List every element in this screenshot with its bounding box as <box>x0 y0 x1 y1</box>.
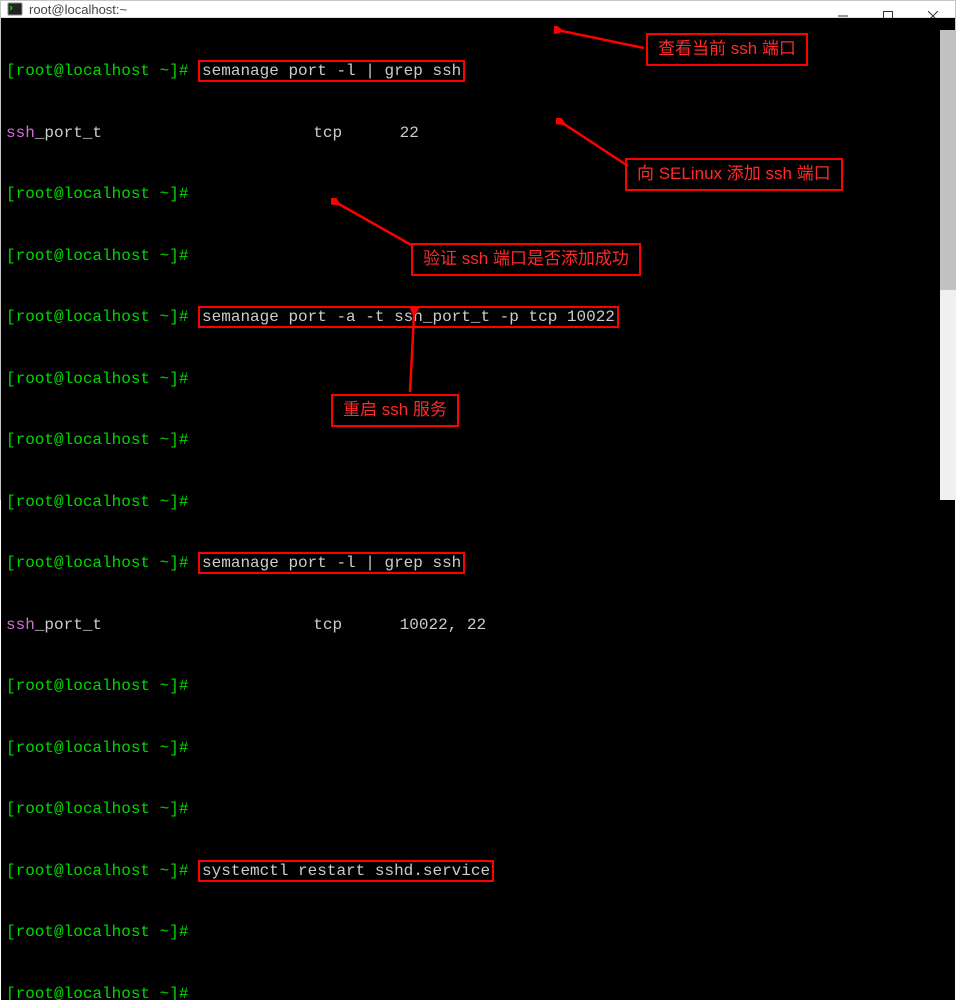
grep-match: ssh <box>6 124 35 142</box>
terminal-line: [root@localhost ~]# <box>6 369 950 390</box>
prompt-hash: # <box>179 62 198 80</box>
terminal-line: [root@localhost ~]# <box>6 984 950 1000</box>
app-window: root@localhost:~ [root@localhost ~]# sem… <box>0 0 956 500</box>
prompt: [root@localhost ~] <box>6 62 179 80</box>
prompt-hash: # <box>179 923 198 941</box>
arrow-icon <box>554 26 650 68</box>
prompt: [root@localhost ~] <box>6 677 179 695</box>
scrollbar[interactable] <box>940 30 956 500</box>
arrow-icon <box>397 307 427 397</box>
output-text: _port_t <box>35 616 102 634</box>
terminal-icon <box>7 1 23 17</box>
prompt: [root@localhost ~] <box>6 923 179 941</box>
terminal-line: [root@localhost ~]# <box>6 676 950 697</box>
command-box: semanage port -l | grep ssh <box>198 552 465 574</box>
prompt-hash: # <box>179 431 198 449</box>
prompt-hash: # <box>179 247 198 265</box>
scrollbar-thumb[interactable] <box>940 30 956 290</box>
terminal-line: [root@localhost ~]# semanage port -a -t … <box>6 307 950 328</box>
prompt-hash: # <box>179 800 198 818</box>
title-bar[interactable]: root@localhost:~ <box>1 1 955 18</box>
prompt: [root@localhost ~] <box>6 185 179 203</box>
prompt-hash: # <box>179 862 198 880</box>
prompt: [root@localhost ~] <box>6 431 179 449</box>
terminal-line: ssh_port_t tcp 10022, 22 <box>6 615 950 636</box>
window-title: root@localhost:~ <box>29 2 127 17</box>
grep-match: ssh <box>6 616 35 634</box>
command-box: semanage port -l | grep ssh <box>198 60 465 82</box>
terminal-line: [root@localhost ~]# semanage port -l | g… <box>6 553 950 574</box>
command-box: systemctl restart sshd.service <box>198 860 494 882</box>
output-text: _port_t <box>35 124 102 142</box>
annotation-label: 向 SELinux 添加 ssh 端口 <box>625 158 843 191</box>
terminal-line: ssh_port_t tcp 22 <box>6 123 950 144</box>
prompt: [root@localhost ~] <box>6 308 179 326</box>
prompt-hash: # <box>179 677 198 695</box>
terminal-line: [root@localhost ~]# <box>6 430 950 451</box>
arrow-icon <box>556 118 636 174</box>
prompt: [root@localhost ~] <box>6 370 179 388</box>
prompt: [root@localhost ~] <box>6 862 179 880</box>
annotation-label: 验证 ssh 端口是否添加成功 <box>411 243 641 276</box>
output-text: tcp 22 <box>102 124 419 142</box>
terminal-line: [root@localhost ~]# <box>6 492 950 513</box>
prompt-hash: # <box>179 370 198 388</box>
terminal-line: [root@localhost ~]# <box>6 738 950 759</box>
prompt: [root@localhost ~] <box>6 493 179 511</box>
prompt-hash: # <box>179 739 198 757</box>
terminal-line: [root@localhost ~]# <box>6 922 950 943</box>
prompt-hash: # <box>179 554 198 572</box>
terminal-line: [root@localhost ~]# <box>6 799 950 820</box>
prompt-hash: # <box>179 493 198 511</box>
output-text: tcp 10022, 22 <box>102 616 486 634</box>
terminal-area[interactable]: [root@localhost ~]# semanage port -l | g… <box>1 18 955 1000</box>
annotation-label: 重启 ssh 服务 <box>331 394 459 427</box>
terminal-line: [root@localhost ~]# semanage port -l | g… <box>6 61 950 82</box>
annotation-label: 查看当前 ssh 端口 <box>646 33 808 66</box>
prompt-hash: # <box>179 985 198 1000</box>
prompt-hash: # <box>179 185 198 203</box>
prompt: [root@localhost ~] <box>6 800 179 818</box>
arrow-icon <box>331 198 421 254</box>
prompt: [root@localhost ~] <box>6 739 179 757</box>
prompt: [root@localhost ~] <box>6 985 179 1000</box>
prompt-hash: # <box>179 308 198 326</box>
terminal-line: [root@localhost ~]# systemctl restart ss… <box>6 861 950 882</box>
prompt: [root@localhost ~] <box>6 554 179 572</box>
prompt: [root@localhost ~] <box>6 247 179 265</box>
